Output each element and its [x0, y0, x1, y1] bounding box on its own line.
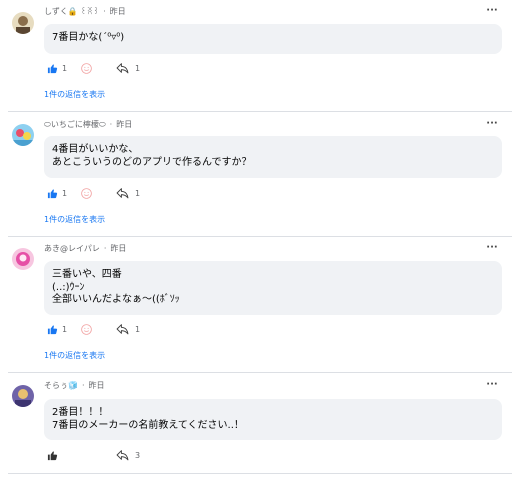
comment-meta: あき@レイパレ · 昨日 [44, 244, 127, 253]
author-name[interactable]: そらぅ🧊 [44, 381, 78, 390]
thumbs-up-icon [47, 188, 58, 199]
like-count: 1 [62, 188, 68, 198]
divider [8, 372, 512, 373]
share-arrow-icon [116, 187, 129, 199]
reaction-smiley-icon [80, 323, 93, 336]
thumbs-up-icon [47, 450, 58, 461]
more-options-icon[interactable]: ··· [486, 380, 498, 392]
comment-text-line: 7番目のメーカーの名前教えてください..！ [52, 419, 244, 431]
comment-bubble: 2番目！！！ 7番目のメーカーの名前教えてください..！ [44, 399, 502, 440]
author-name[interactable]: しずく🔒 ꒰ꐦ꒱ [44, 7, 99, 16]
comment-text-line: 2番目！！！ [52, 407, 109, 418]
share-arrow-icon [116, 62, 129, 74]
like-button[interactable]: 1 [47, 186, 67, 200]
divider [8, 111, 512, 112]
comment-meta: そらぅ🧊 · 昨日 [44, 381, 105, 390]
reaction-button[interactable] [80, 61, 93, 75]
share-count: 1 [135, 324, 141, 334]
more-options-icon[interactable]: ··· [486, 119, 498, 131]
comment-text-line: 4番目がいいかな、 [52, 144, 139, 155]
comment-actions: 1 1 [44, 186, 184, 200]
avatar[interactable] [12, 12, 34, 34]
more-options-icon[interactable]: ··· [486, 243, 498, 255]
view-replies-link[interactable]: 1件の返信を表示 [44, 351, 105, 361]
share-button[interactable]: 1 [116, 61, 140, 75]
comment-time[interactable]: 昨日 [89, 381, 105, 390]
author-name[interactable]: あき@レイパレ [44, 244, 100, 253]
divider [8, 473, 512, 474]
comment-text-line: あとこういうのどのアプリで作るんですか？ [52, 156, 252, 168]
like-button[interactable]: 1 [47, 322, 67, 336]
share-count: 3 [135, 450, 141, 460]
comment-meta: しずく🔒 ꒰ꐦ꒱ · 昨日 [44, 7, 126, 16]
comment-bubble: 7番目かな(´⁰▿⁰) [44, 24, 502, 54]
comment-time[interactable]: 昨日 [116, 120, 132, 129]
comment-text-line: 三番いや、四番 [52, 269, 122, 280]
share-button[interactable]: 3 [116, 448, 140, 462]
thumbs-up-icon [47, 63, 58, 74]
comment-actions: 3 [44, 448, 184, 462]
reaction-smiley-icon [80, 187, 93, 200]
like-count: 1 [62, 324, 68, 334]
more-options-icon[interactable]: ··· [486, 6, 498, 18]
like-button[interactable]: 1 [47, 61, 67, 75]
comment-text-line: 7番目かな(´⁰▿⁰) [52, 32, 125, 43]
view-replies-link[interactable]: 1件の返信を表示 [44, 215, 105, 225]
comment-actions: 1 1 [44, 322, 184, 336]
comment-time[interactable]: 昨日 [110, 244, 126, 253]
divider [8, 236, 512, 237]
comment-meta: ⬭いちごに檸檬⬭ · 昨日 [44, 120, 133, 129]
reaction-button[interactable] [80, 322, 93, 336]
share-button[interactable]: 1 [116, 322, 140, 336]
comment-actions: 1 1 [44, 61, 184, 75]
reaction-smiley-icon [80, 62, 93, 75]
reaction-button[interactable] [80, 186, 93, 200]
avatar[interactable] [12, 248, 34, 270]
thumbs-up-icon [47, 324, 58, 335]
like-count: 1 [62, 63, 68, 73]
comment-text-line: (..:)ｳｰﾝ [52, 281, 85, 293]
share-count: 1 [135, 188, 141, 198]
avatar[interactable] [12, 385, 34, 407]
share-button[interactable]: 1 [116, 186, 140, 200]
share-arrow-icon [116, 323, 129, 335]
comment-text-line: 全部いいんだよなぁ〜((ﾎﾞｿｯ [52, 294, 180, 305]
view-replies-link[interactable]: 1件の返信を表示 [44, 90, 105, 100]
comment-bubble: 三番いや、四番 (..:)ｳｰﾝ 全部いいんだよなぁ〜((ﾎﾞｿｯ [44, 261, 502, 315]
author-name[interactable]: ⬭いちごに檸檬⬭ [44, 120, 106, 129]
avatar[interactable] [12, 124, 34, 146]
comment-time[interactable]: 昨日 [110, 7, 126, 16]
share-arrow-icon [116, 449, 129, 461]
comment-bubble: 4番目がいいかな、 あとこういうのどのアプリで作るんですか？ [44, 136, 502, 178]
like-button[interactable] [47, 448, 58, 462]
share-count: 1 [135, 63, 141, 73]
